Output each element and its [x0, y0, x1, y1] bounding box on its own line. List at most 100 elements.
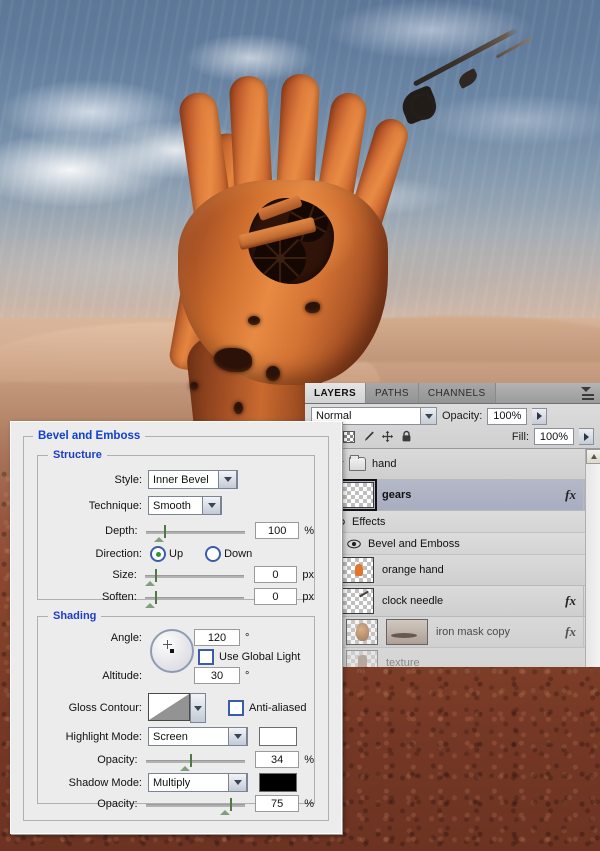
panel-tab-bar: LAYERS PATHS CHANNELS	[305, 383, 600, 404]
direction-label: Direction:	[95, 548, 142, 560]
tab-channels[interactable]: CHANNELS	[418, 383, 496, 403]
effect-name: Bevel and Emboss	[368, 537, 460, 550]
highlight-mode-select[interactable]: Screen	[148, 727, 248, 746]
layer-mask-thumbnail[interactable]	[386, 619, 428, 645]
size-slider[interactable]	[144, 568, 244, 586]
panel-body: Normal Opacity: 100% Lock: Fill: 100%	[305, 404, 600, 448]
angle-label: Angle:	[110, 631, 142, 644]
layer-row-hand[interactable]: hand	[305, 449, 600, 480]
layer-thumbnail[interactable]	[346, 619, 378, 645]
altitude-input[interactable]: 30	[194, 667, 240, 684]
rust-hole	[248, 316, 260, 325]
fill-input[interactable]: 100%	[534, 428, 574, 445]
layer-row-clock-needle[interactable]: clock needle fx	[305, 586, 600, 617]
structure-group: Structure Style: Inner Bevel Technique: …	[37, 449, 315, 608]
panel-menu-icon[interactable]	[578, 387, 594, 400]
layer-name[interactable]: hand	[372, 458, 600, 470]
gear-hub	[275, 253, 285, 263]
brush-lock-icon[interactable]	[361, 430, 375, 443]
angle-dial-marker	[163, 640, 172, 649]
layer-thumbnail[interactable]	[346, 650, 378, 667]
layer-row-bevel-and-emboss[interactable]: Bevel and Emboss	[305, 533, 600, 555]
size-input[interactable]: 0	[253, 566, 298, 583]
fx-icon[interactable]: fx	[558, 624, 583, 640]
fx-icon[interactable]: fx	[558, 593, 583, 609]
shadow-opacity-slider[interactable]	[145, 797, 246, 815]
blend-row: Normal Opacity: 100%	[305, 404, 600, 428]
shadow-opacity-thumb[interactable]	[219, 797, 232, 815]
layer-name[interactable]: orange hand	[382, 564, 600, 576]
move-lock-icon[interactable]	[380, 430, 394, 443]
layer-row-orange-hand[interactable]: orange hand	[305, 555, 600, 586]
soften-slider-thumb[interactable]	[144, 590, 157, 608]
angle-unit: °	[245, 631, 250, 644]
depth-slider-thumb[interactable]	[153, 524, 166, 542]
highlight-opacity-input[interactable]: 34	[255, 751, 300, 768]
layer-row-effects[interactable]: Effects	[305, 511, 600, 533]
depth-input[interactable]: 100	[255, 522, 300, 539]
layer-row-texture[interactable]: ↳ texture	[305, 648, 600, 667]
anti-aliased-label: Anti-aliased	[249, 702, 307, 714]
direction-up-radio[interactable]: Up	[150, 546, 183, 562]
technique-value: Smooth	[153, 499, 191, 512]
all-lock-icon[interactable]	[399, 430, 413, 443]
angle-dial-center	[170, 649, 174, 653]
layer-thumbnail[interactable]	[342, 588, 374, 614]
chevron-down-icon[interactable]	[218, 470, 237, 489]
fill-label: Fill:	[511, 430, 529, 443]
gloss-contour-preview[interactable]	[148, 693, 190, 721]
soften-slider[interactable]	[144, 590, 244, 608]
depth-slider[interactable]	[145, 524, 246, 542]
scroll-up-button[interactable]	[586, 449, 600, 464]
tab-paths-label: PATHS	[375, 387, 409, 399]
anti-aliased-checkbox[interactable]: Anti-aliased	[228, 700, 306, 716]
altitude-value: 30	[210, 669, 224, 682]
technique-select[interactable]: Smooth	[148, 496, 222, 515]
chevron-down-icon[interactable]	[420, 408, 436, 424]
size-slider-thumb[interactable]	[144, 568, 157, 586]
soften-input[interactable]: 0	[253, 588, 298, 605]
chevron-down-icon[interactable]	[228, 727, 247, 746]
layer-name[interactable]: iron mask copy	[436, 626, 558, 638]
angle-input[interactable]: 120	[194, 629, 240, 646]
fill-slider-button[interactable]	[579, 428, 594, 445]
gloss-contour-picker[interactable]	[148, 693, 206, 723]
direction-down-radio[interactable]: Down	[205, 546, 252, 562]
shadow-mode-label: Shadow Mode:	[68, 776, 142, 789]
use-global-light-checkbox[interactable]: Use Global Light	[198, 649, 300, 665]
opacity-input[interactable]: 100%	[487, 407, 528, 425]
tab-paths[interactable]: PATHS	[366, 383, 419, 403]
layer-thumbnail[interactable]	[339, 479, 377, 511]
eye-icon[interactable]	[347, 539, 361, 549]
chevron-down-icon[interactable]	[228, 773, 247, 792]
layer-thumbnail[interactable]	[342, 557, 374, 583]
transparency-lock-icon[interactable]	[342, 430, 356, 443]
tab-layers[interactable]: LAYERS	[305, 383, 367, 403]
fx-icon[interactable]: fx	[558, 487, 583, 503]
depth-label: Depth:	[105, 524, 138, 537]
layer-row-gears[interactable]: gears fx	[305, 479, 600, 511]
layer-list-scrollbar[interactable]	[585, 449, 600, 667]
shadow-color-swatch[interactable]	[259, 773, 297, 792]
layer-row-iron-mask-copy[interactable]: ↳ iron mask copy fx	[305, 617, 600, 648]
highlight-opacity-thumb[interactable]	[179, 753, 192, 771]
angle-value: 120	[207, 631, 227, 644]
highlight-color-swatch[interactable]	[259, 727, 297, 746]
opacity-slider-button[interactable]	[532, 407, 548, 425]
size-label: Size:	[112, 568, 137, 581]
shadow-mode-select[interactable]: Multiply	[148, 773, 248, 792]
layer-name[interactable]: gears	[382, 489, 558, 501]
style-select[interactable]: Inner Bevel	[148, 470, 238, 489]
technique-label: Technique:	[88, 499, 142, 512]
rust-hole	[190, 382, 198, 390]
effects-label: Effects	[352, 515, 386, 528]
chevron-down-icon[interactable]	[202, 496, 221, 515]
highlight-opacity-slider[interactable]	[145, 753, 246, 771]
direction-down-label: Down	[224, 548, 253, 560]
chevron-down-icon[interactable]	[190, 693, 206, 723]
layer-name[interactable]: clock needle	[382, 595, 558, 607]
layer-name[interactable]: texture	[386, 657, 600, 667]
layer-list[interactable]: hand gears fx Effects Bevel and Emboss o…	[305, 448, 600, 667]
shadow-opacity-input[interactable]: 75	[255, 795, 300, 812]
highlight-opacity-value: 34	[271, 753, 284, 766]
